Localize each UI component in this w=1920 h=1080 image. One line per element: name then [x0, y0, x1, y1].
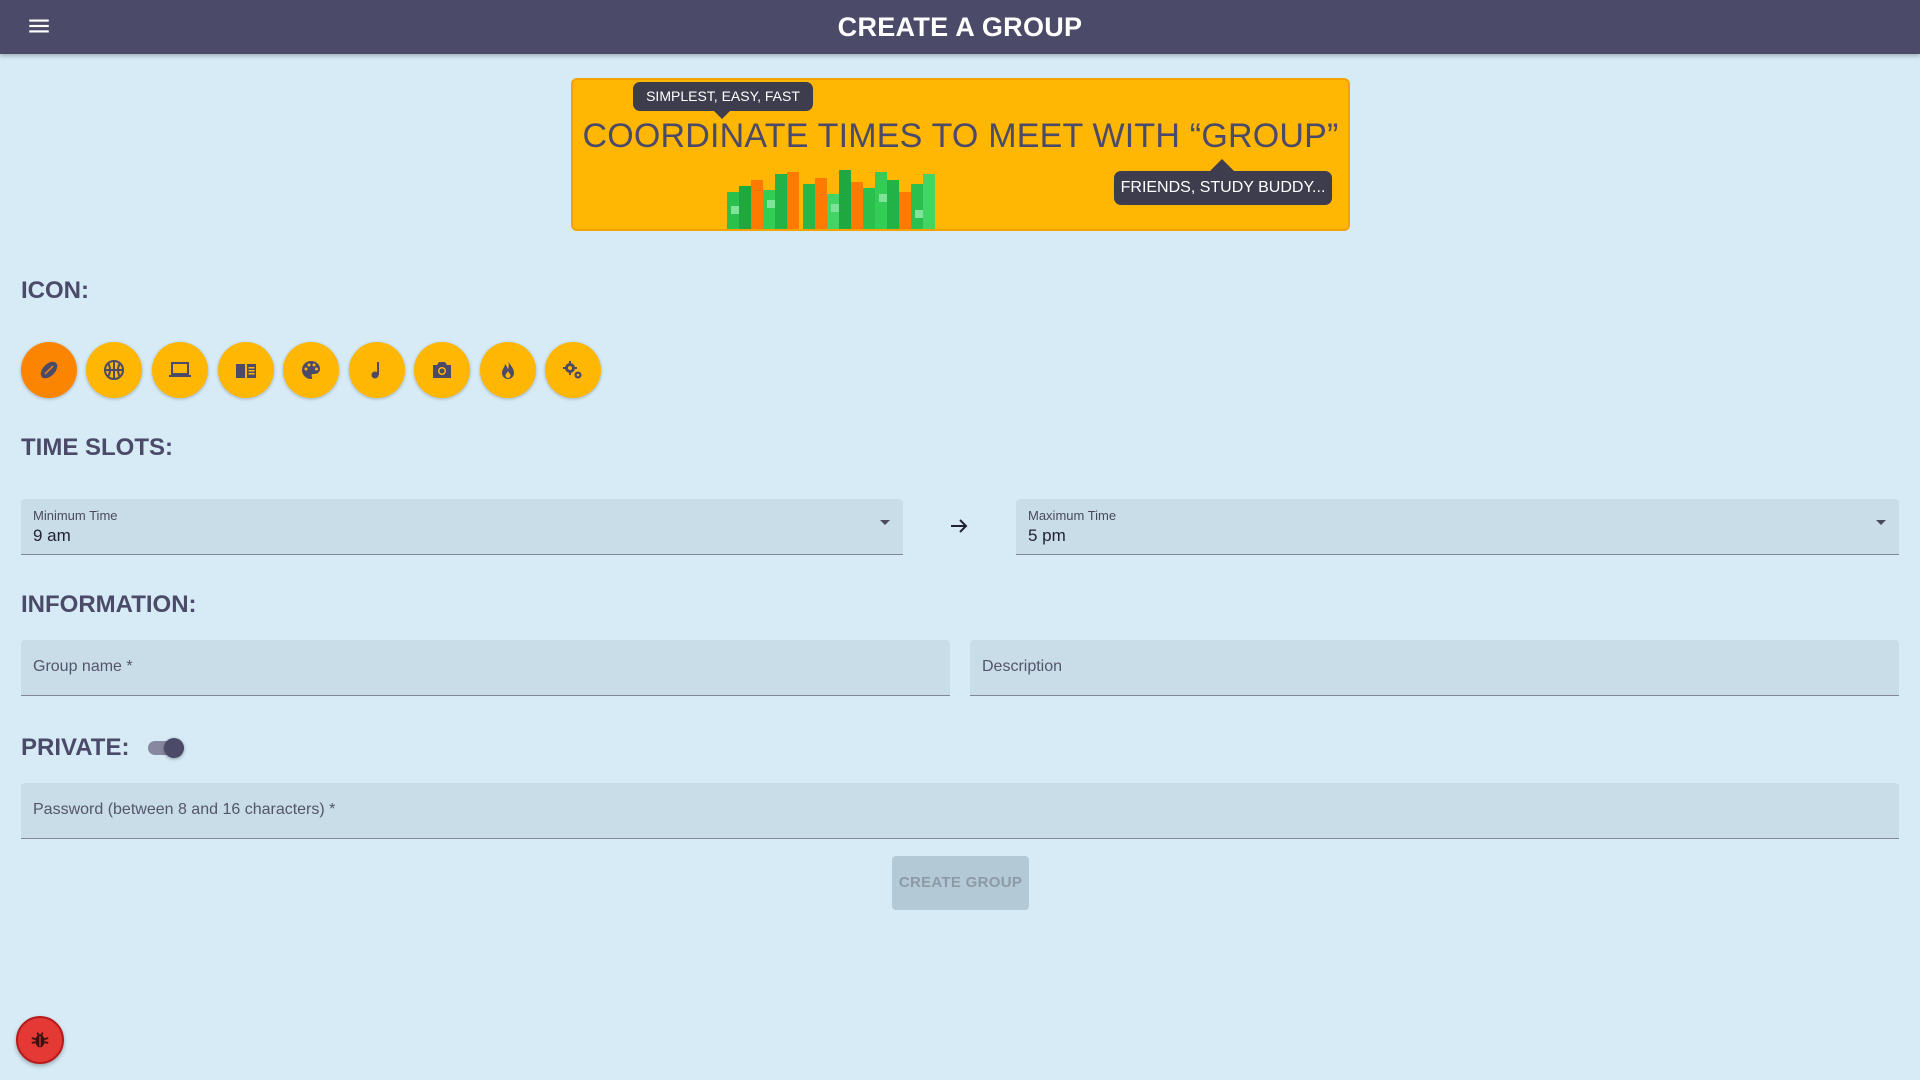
group-name-placeholder: Group name * — [33, 658, 133, 675]
fire-icon[interactable] — [480, 342, 536, 398]
banner-headline: COORDINATE TIMES TO MEET WITH “GROUP” — [582, 117, 1339, 155]
basketball-icon[interactable] — [86, 342, 142, 398]
tooltip-friends: FRIENDS, STUDY BUDDY... — [1114, 159, 1332, 205]
camera-icon[interactable] — [414, 342, 470, 398]
time-slots-heading: TIME SLOTS: — [21, 434, 173, 461]
decorative-bars-illustration — [727, 170, 935, 229]
maximum-time-select[interactable]: Maximum Time 5 pm — [1016, 499, 1899, 555]
chevron-down-icon — [880, 520, 890, 525]
tooltip-simplest: SIMPLEST, EASY, FAST — [633, 82, 813, 119]
music-note-icon[interactable] — [349, 342, 405, 398]
description-field[interactable]: Description — [970, 640, 1899, 696]
laptop-icon[interactable] — [152, 342, 208, 398]
password-placeholder: Password (between 8 and 16 characters) * — [33, 801, 336, 818]
book-icon[interactable] — [218, 342, 274, 398]
create-group-button[interactable]: CREATE GROUP — [892, 856, 1029, 910]
toggle-thumb — [164, 738, 184, 758]
description-placeholder: Description — [982, 658, 1063, 675]
gears-icon[interactable] — [545, 342, 601, 398]
group-name-field[interactable]: Group name * — [21, 640, 950, 696]
bug-icon — [31, 1032, 49, 1048]
private-heading: PRIVATE: — [21, 734, 130, 761]
top-app-bar: CREATE A GROUP — [0, 0, 1920, 54]
minimum-time-select[interactable]: Minimum Time 9 am — [21, 499, 903, 555]
football-icon[interactable] — [21, 342, 77, 398]
information-heading: INFORMATION: — [21, 591, 197, 618]
private-toggle[interactable] — [146, 736, 186, 760]
minimum-time-label: Minimum Time — [33, 508, 118, 523]
maximum-time-value: 5 pm — [1028, 526, 1066, 545]
minimum-time-value: 9 am — [33, 526, 71, 545]
maximum-time-label: Maximum Time — [1028, 508, 1117, 523]
palette-icon[interactable] — [283, 342, 339, 398]
page-title: CREATE A GROUP — [837, 12, 1083, 42]
bug-report-button[interactable] — [16, 1016, 64, 1064]
password-field[interactable]: Password (between 8 and 16 characters) * — [21, 783, 1899, 839]
icon-section-heading: ICON: — [21, 277, 89, 304]
hero-banner: SIMPLEST, EASY, FAST COORDINATE TIMES TO… — [571, 78, 1350, 231]
chevron-down-icon — [1876, 520, 1886, 525]
arrow-right-icon — [951, 519, 968, 533]
